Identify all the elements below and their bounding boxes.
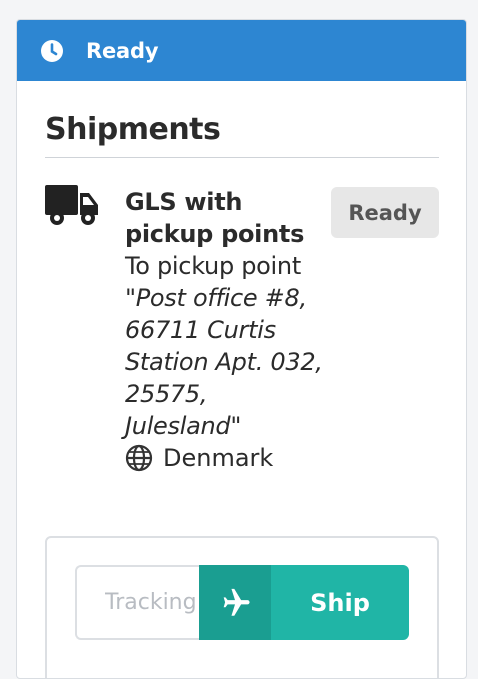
truck-icon [45, 185, 99, 229]
card-header: Ready [17, 20, 466, 81]
clock-icon [40, 39, 64, 63]
country-row: Denmark [125, 442, 325, 474]
globe-icon [125, 444, 153, 472]
shipment-details: GLS with pickup points To pickup point "… [125, 186, 325, 474]
shipment-card: Ready Shipments GLS with pickup points T… [16, 19, 467, 679]
ship-button-label: Ship [310, 588, 370, 617]
section-title: Shipments [45, 112, 221, 147]
pickup-prefix: To pickup point [125, 252, 301, 280]
pickup-address-value: "Post office #8, 66711 Curtis Station Ap… [125, 284, 323, 440]
carrier-name: GLS with pickup points [125, 188, 305, 248]
status-badge: Ready [331, 187, 439, 238]
tracking-number-input[interactable] [75, 565, 201, 640]
ship-panel: Ship [45, 536, 439, 678]
country-name: Denmark [163, 444, 274, 472]
pickup-address: To pickup point "Post office #8, 66711 C… [125, 250, 325, 442]
divider [45, 157, 439, 158]
airplane-icon [199, 565, 271, 640]
header-status-title: Ready [86, 38, 159, 63]
ship-button[interactable]: Ship [199, 565, 409, 640]
